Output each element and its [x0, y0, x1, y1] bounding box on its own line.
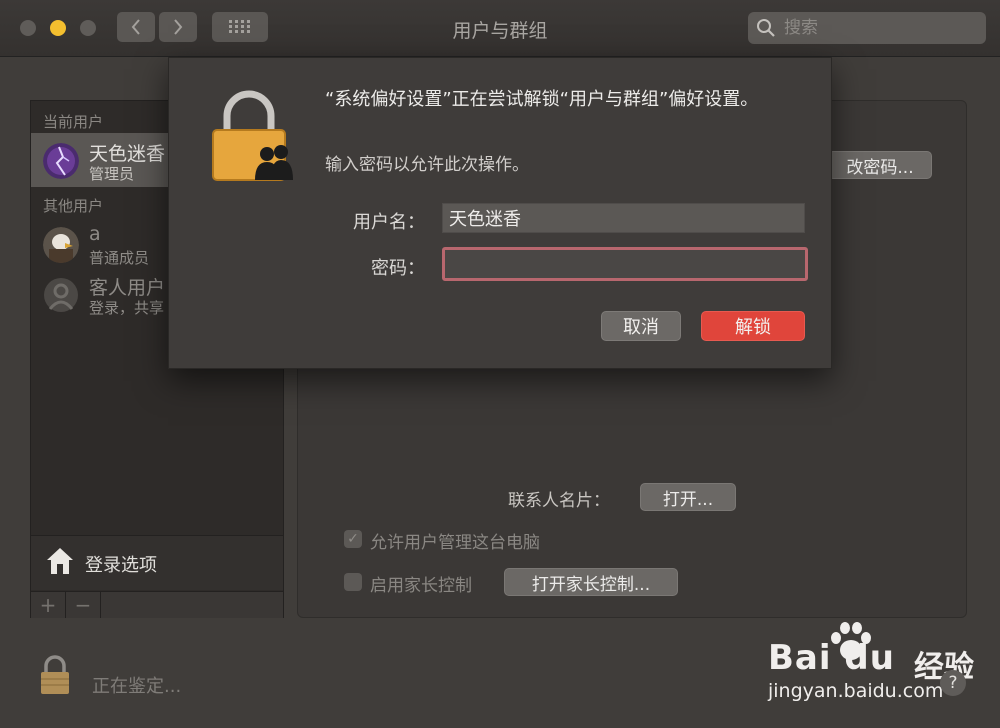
user-role: 普通成员 [89, 249, 150, 267]
guest-avatar-icon [43, 277, 79, 313]
change-password-button[interactable]: 改密码... [828, 151, 932, 179]
search-box[interactable] [748, 12, 986, 44]
unlock-button[interactable]: 解锁 [701, 311, 805, 341]
password-label: 密码： [371, 258, 425, 279]
password-field[interactable] [442, 247, 808, 281]
add-remove-bar: + − [31, 591, 283, 618]
lock-users-icon [212, 90, 293, 181]
current-users-heading: 当前用户 [43, 113, 104, 131]
open-parental-controls-button[interactable]: 打开家长控制... [504, 568, 678, 596]
add-user-button[interactable]: + [31, 592, 66, 618]
watermark-url: jingyan.baidu.com [768, 680, 944, 702]
parental-control-checkbox[interactable] [344, 573, 362, 591]
user-avatar [43, 227, 79, 263]
baidu-watermark: Bai du 经验 jingyan.baidu.com [768, 620, 988, 710]
dialog-subtext: 输入密码以允许此次操作。 [325, 155, 529, 175]
search-input[interactable] [782, 17, 976, 39]
search-icon [757, 19, 775, 37]
dialog-message: “系统偏好设置”正在尝试解锁“用户与群组”偏好设置。 [325, 89, 759, 110]
user-role: 登录，共享 [89, 299, 165, 317]
allow-admin-checkbox[interactable]: ✓ [344, 530, 362, 548]
username-field[interactable]: 天色迷香 [442, 203, 805, 233]
user-name: 天色迷香 [89, 143, 166, 165]
preferences-window: 用户与群组 当前用户 天色迷香 管理员 其他用户 [0, 0, 1000, 728]
user-name: 客人用户 [89, 277, 166, 299]
open-contact-card-button[interactable]: 打开... [640, 483, 736, 511]
lock-icon[interactable] [38, 654, 72, 696]
other-users-heading: 其他用户 [43, 197, 104, 215]
login-options-label: 登录选项 [85, 555, 157, 576]
parental-control-label: 启用家长控制 [370, 576, 472, 596]
house-icon [47, 548, 73, 574]
baidu-logo-text: Bai du [768, 638, 895, 678]
cancel-button[interactable]: 取消 [601, 311, 681, 341]
help-button[interactable]: ? [940, 670, 966, 696]
user-role: 管理员 [89, 165, 135, 183]
auth-status-text: 正在鉴定... [92, 676, 182, 697]
user-avatar [43, 143, 79, 179]
unlock-dialog: “系统偏好设置”正在尝试解锁“用户与群组”偏好设置。 输入密码以允许此次操作。 … [168, 57, 832, 369]
contact-card-label: 联系人名片： [508, 491, 610, 511]
user-name: a [89, 223, 101, 245]
username-label: 用户名： [353, 212, 425, 233]
title-bar: 用户与群组 [0, 0, 1000, 57]
login-options-item[interactable]: 登录选项 [31, 535, 283, 590]
remove-user-button[interactable]: − [66, 592, 101, 618]
allow-admin-label: 允许用户管理这台电脑 [370, 533, 540, 553]
